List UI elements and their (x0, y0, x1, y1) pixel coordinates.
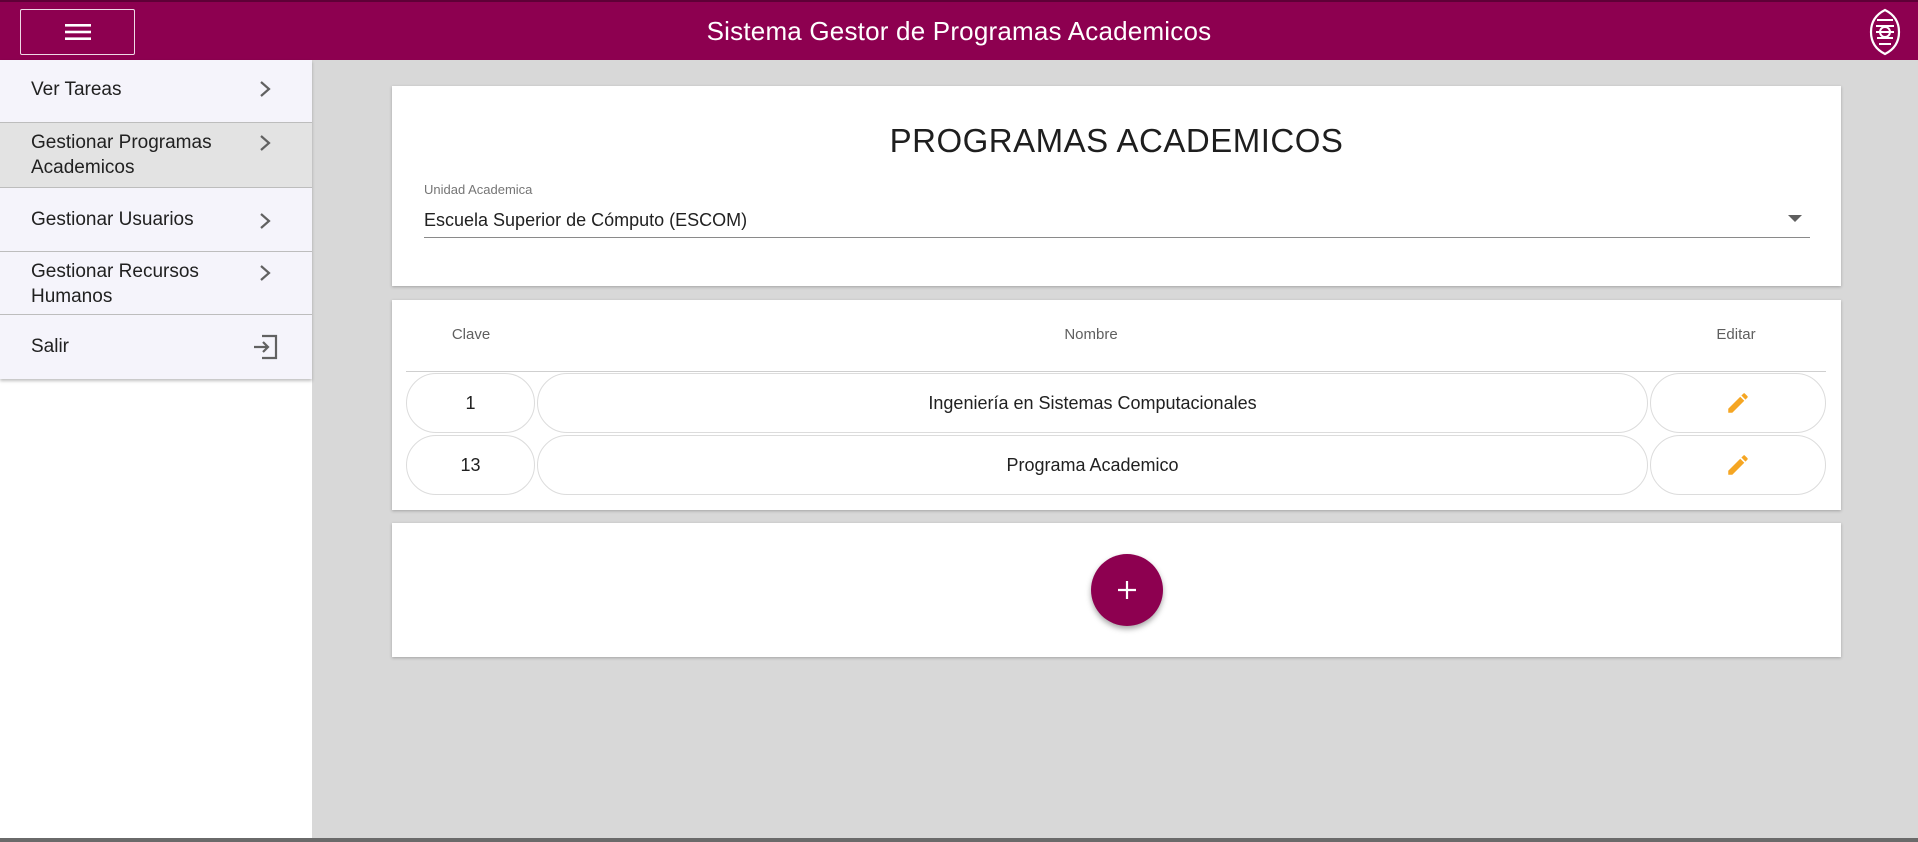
page-title: PROGRAMAS ACADEMICOS (889, 122, 1344, 159)
pencil-icon (1728, 455, 1748, 475)
nombre-cell: Programa Academico (537, 435, 1648, 495)
edit-button[interactable] (1650, 435, 1826, 495)
sidebar-item-ver-tareas[interactable]: Ver Tareas (0, 60, 312, 123)
app-title: Sistema Gestor de Programas Academicos (706, 16, 1212, 46)
nombre-cell: Ingeniería en Sistemas Computacionales (537, 373, 1648, 433)
unidad-academica-select[interactable]: Escuela Superior de Cómputo (ESCOM) (424, 204, 1810, 238)
institution-logo (1869, 8, 1901, 56)
programas-header-card: PROGRAMAS ACADEMICOS Unidad Academica Es… (392, 86, 1841, 286)
column-header-editar: Editar (1716, 326, 1756, 343)
table-row: 13 Programa Academico (406, 435, 1826, 495)
column-header-clave[interactable]: Clave (406, 326, 536, 343)
programas-table-card: Clave Nombre Editar 1 Ingeniería en Sist… (392, 300, 1841, 510)
sidebar-item-gestionar-usuarios[interactable]: Gestionar Usuarios (0, 188, 312, 252)
chevron-right-icon (260, 265, 271, 281)
pencil-icon (1728, 393, 1748, 413)
chevron-right-icon (260, 213, 271, 229)
unidad-academica-label: Unidad Academica (424, 182, 533, 197)
add-program-card (392, 523, 1841, 657)
sidebar-item-salir[interactable]: Salir (0, 315, 312, 379)
chevron-right-icon (260, 135, 271, 151)
unidad-academica-value: Escuela Superior de Cómputo (ESCOM) (424, 210, 748, 230)
sidebar-item-label: Gestionar Programas Academicos (31, 132, 212, 178)
sidebar-item-label: Salir (31, 336, 70, 357)
sidebar-item-gestionar-programas[interactable]: Gestionar Programas Academicos (0, 123, 312, 188)
add-program-button[interactable] (1091, 554, 1163, 626)
column-header-nombre[interactable]: Nombre (536, 326, 1646, 343)
sidebar-item-gestionar-recursos-humanos[interactable]: Gestionar Recursos Humanos (0, 252, 312, 315)
window-bottom-border (0, 838, 1918, 842)
sidebar-item-label: Gestionar Usuarios (31, 209, 194, 230)
sidebar-item-label: Ver Tareas (31, 79, 122, 100)
sidebar-nav: Ver Tareas Gestionar Programas Academico… (0, 60, 312, 379)
sidebar: Ver Tareas Gestionar Programas Academico… (0, 60, 312, 842)
table-row: 1 Ingeniería en Sistemas Computacionales (406, 373, 1826, 433)
exit-icon (254, 334, 278, 360)
dropdown-arrow-icon (1788, 215, 1802, 222)
plus-icon (1118, 581, 1136, 599)
top-app-bar: Sistema Gestor de Programas Academicos (0, 0, 1918, 60)
clave-cell: 1 (406, 373, 535, 433)
header-divider (406, 371, 1826, 372)
chevron-right-icon (260, 81, 271, 97)
sidebar-item-label: Gestionar Recursos Humanos (31, 261, 199, 307)
edit-button[interactable] (1650, 373, 1826, 433)
clave-cell: 13 (406, 435, 535, 495)
